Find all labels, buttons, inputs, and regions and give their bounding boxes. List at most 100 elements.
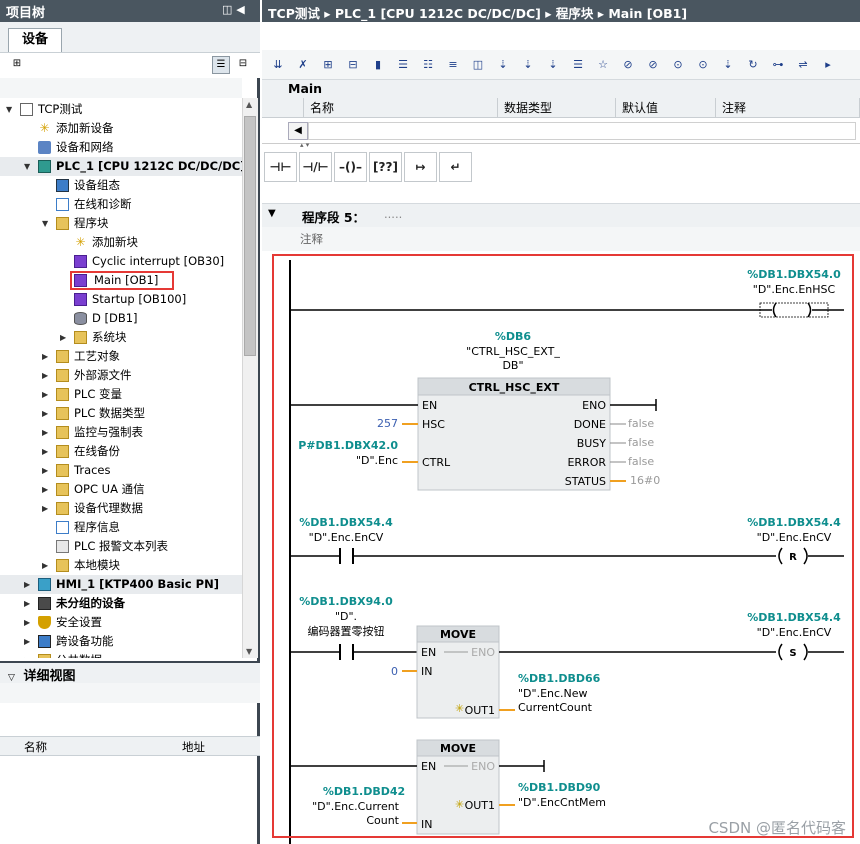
toolbar-icon[interactable]: ☆ xyxy=(593,55,613,75)
toolbar-icon[interactable]: ⊘ xyxy=(618,55,638,75)
tree-item[interactable]: ▶ 本地模块 xyxy=(0,556,242,575)
detail-col-address[interactable]: 地址 xyxy=(182,739,205,755)
iface-col-comment[interactable]: 注释 xyxy=(716,98,860,118)
toolbar-icon[interactable]: ⊞ xyxy=(318,55,338,75)
tree-item[interactable]: ▶ HMI_1 [KTP400 Basic PN] xyxy=(0,575,242,594)
iface-col-default[interactable]: 默认值 xyxy=(616,98,716,118)
breadcrumb-block[interactable]: Main [OB1] xyxy=(608,6,687,21)
collapse-icon[interactable]: ▼ xyxy=(42,214,48,233)
expand-icon[interactable]: ▶ xyxy=(42,385,48,404)
tree-item[interactable]: ▶ 工艺对象 xyxy=(0,347,242,366)
detail-view-header[interactable]: ▽ 详细视图 xyxy=(0,661,260,684)
expand-icon[interactable]: ▶ xyxy=(24,613,30,632)
tree-item[interactable]: ▶ 外部源文件 xyxy=(0,366,242,385)
collapse-network-icon[interactable]: ▼ xyxy=(268,208,276,219)
tree-item[interactable]: ▼ 程序块 xyxy=(0,214,242,233)
toolbar-icon[interactable]: ⊘ xyxy=(643,55,663,75)
tree-item[interactable]: 在线和诊断 xyxy=(0,195,242,214)
toolbar-icon[interactable]: ⊟ xyxy=(343,55,363,75)
expand-icon[interactable]: ▶ xyxy=(42,442,48,461)
tree-item[interactable]: ✳ 添加新设备 xyxy=(0,119,242,138)
iface-col-name[interactable]: 名称 xyxy=(304,98,498,118)
iface-col-type[interactable]: 数据类型 xyxy=(498,98,616,118)
tree-item[interactable]: ▶ 监控与强制表 xyxy=(0,423,242,442)
tree-item[interactable]: 程序信息 xyxy=(0,518,242,537)
tree-item[interactable]: Main [OB1] xyxy=(0,271,242,290)
open-branch-icon[interactable]: ↦ xyxy=(404,152,437,182)
expand-icon[interactable]: ▶ xyxy=(42,499,48,518)
empty-box-icon[interactable]: [??] xyxy=(369,152,402,182)
breadcrumb-folder[interactable]: 程序块 xyxy=(556,6,594,21)
overview-icon[interactable]: ⊟ xyxy=(234,56,252,74)
toolbar-icon[interactable]: ≡ xyxy=(443,55,463,75)
tree-item[interactable]: PLC 报警文本列表 xyxy=(0,537,242,556)
expand-icon[interactable]: ▶ xyxy=(42,423,48,442)
splitter-handle-icon[interactable]: ▴ ▾ xyxy=(300,141,326,149)
network-comment[interactable]: 注释 xyxy=(262,227,860,251)
tree-item[interactable]: ▶ OPC UA 通信 xyxy=(0,480,242,499)
tree-item[interactable]: Startup [OB100] xyxy=(0,290,242,309)
panel-controls-icon[interactable]: ◫ ◀ xyxy=(222,3,245,16)
tab-devices[interactable]: 设备 xyxy=(8,28,62,52)
expand-icon[interactable]: ▶ xyxy=(42,347,48,366)
scroll-left-icon[interactable]: ◀ xyxy=(288,122,308,140)
tree-item[interactable]: Cyclic interrupt [OB30] xyxy=(0,252,242,271)
iface-hscrollbar[interactable] xyxy=(308,122,856,140)
breadcrumb-project[interactable]: TCP测试 xyxy=(268,6,320,21)
coil-icon[interactable]: –()– xyxy=(334,152,367,182)
toolbar-icon[interactable]: ⇣ xyxy=(718,55,738,75)
toolbar-icon[interactable]: ✗ xyxy=(293,55,313,75)
tree-item[interactable]: ▶ PLC 数据类型 xyxy=(0,404,242,423)
tree-item[interactable]: ▶ 跨设备功能 xyxy=(0,632,242,651)
tree-item[interactable]: D [DB1] xyxy=(0,309,242,328)
tree-item[interactable]: ▼ TCP测试 xyxy=(0,100,242,119)
expand-icon[interactable]: ▶ xyxy=(42,404,48,423)
toolbar-icon[interactable]: ⊶ xyxy=(768,55,788,75)
network-title-placeholder[interactable]: ..... xyxy=(384,207,402,221)
toolbar-icon[interactable]: ☷ xyxy=(418,55,438,75)
toolbar-icon[interactable]: ▮ xyxy=(368,55,388,75)
tree-item[interactable]: ▶ 系统块 xyxy=(0,328,242,347)
tree-item[interactable]: ▶ Traces xyxy=(0,461,242,480)
list-view-icon[interactable]: ☰ xyxy=(212,56,230,74)
expand-icon[interactable]: ▶ xyxy=(42,461,48,480)
expand-icon[interactable]: ▶ xyxy=(42,480,48,499)
close-branch-icon[interactable]: ↵ xyxy=(439,152,472,182)
collapse-icon[interactable]: ▼ xyxy=(6,100,12,119)
tree-item[interactable]: ▼ PLC_1 [CPU 1212C DC/DC/DC] xyxy=(0,157,242,176)
toolbar-icon[interactable]: ▸ xyxy=(818,55,838,75)
expand-icon[interactable]: ▶ xyxy=(60,328,66,347)
toolbar-icon[interactable]: ⇣ xyxy=(543,55,563,75)
breadcrumb-plc[interactable]: PLC_1 [CPU 1212C DC/DC/DC] xyxy=(335,6,541,21)
toolbar-icon[interactable]: ☰ xyxy=(393,55,413,75)
toolbar-icon[interactable]: ⇌ xyxy=(793,55,813,75)
tree-scroll-thumb[interactable] xyxy=(244,116,256,356)
toolbar-icon[interactable]: ⇣ xyxy=(518,55,538,75)
tree-item[interactable]: ▶ 未分组的设备 xyxy=(0,594,242,613)
toolbar-icon[interactable]: ⇣ xyxy=(493,55,513,75)
network-header[interactable]: ▼ 程序段 5： ..... xyxy=(262,203,860,227)
toolbar-icon[interactable]: ↻ xyxy=(743,55,763,75)
nc-contact-icon[interactable]: ⊣/⊢ xyxy=(299,152,332,182)
tree-item[interactable]: 设备组态 xyxy=(0,176,242,195)
tree-item[interactable]: 设备和网络 xyxy=(0,138,242,157)
expand-icon[interactable]: ▶ xyxy=(42,556,48,575)
tree-item[interactable]: ▶ 在线备份 xyxy=(0,442,242,461)
tree-item[interactable]: ▶ PLC 变量 xyxy=(0,385,242,404)
tree-item[interactable]: ▶ 公共数据 xyxy=(0,651,242,658)
network-comment-label[interactable]: 注释 xyxy=(300,231,323,247)
tree-item[interactable]: ▶ 设备代理数据 xyxy=(0,499,242,518)
expand-icon[interactable]: ▶ xyxy=(24,632,30,651)
toolbar-icon[interactable]: ☰ xyxy=(568,55,588,75)
tree-item[interactable]: ✳ 添加新块 xyxy=(0,233,242,252)
expand-icon[interactable]: ▶ xyxy=(42,366,48,385)
no-contact-icon[interactable]: ⊣⊢ xyxy=(264,152,297,182)
toolbar-icon[interactable]: ⇊ xyxy=(268,55,288,75)
collapse-icon[interactable]: ▼ xyxy=(24,157,30,176)
toolbar-icon[interactable]: ⊙ xyxy=(693,55,713,75)
expand-icon[interactable]: ▶ xyxy=(24,594,30,613)
toolbar-icon[interactable]: ⊙ xyxy=(668,55,688,75)
expand-icon[interactable]: ▶ xyxy=(24,651,30,658)
tree-item[interactable]: ▶ 安全设置 xyxy=(0,613,242,632)
expand-icon[interactable]: ▶ xyxy=(24,575,30,594)
